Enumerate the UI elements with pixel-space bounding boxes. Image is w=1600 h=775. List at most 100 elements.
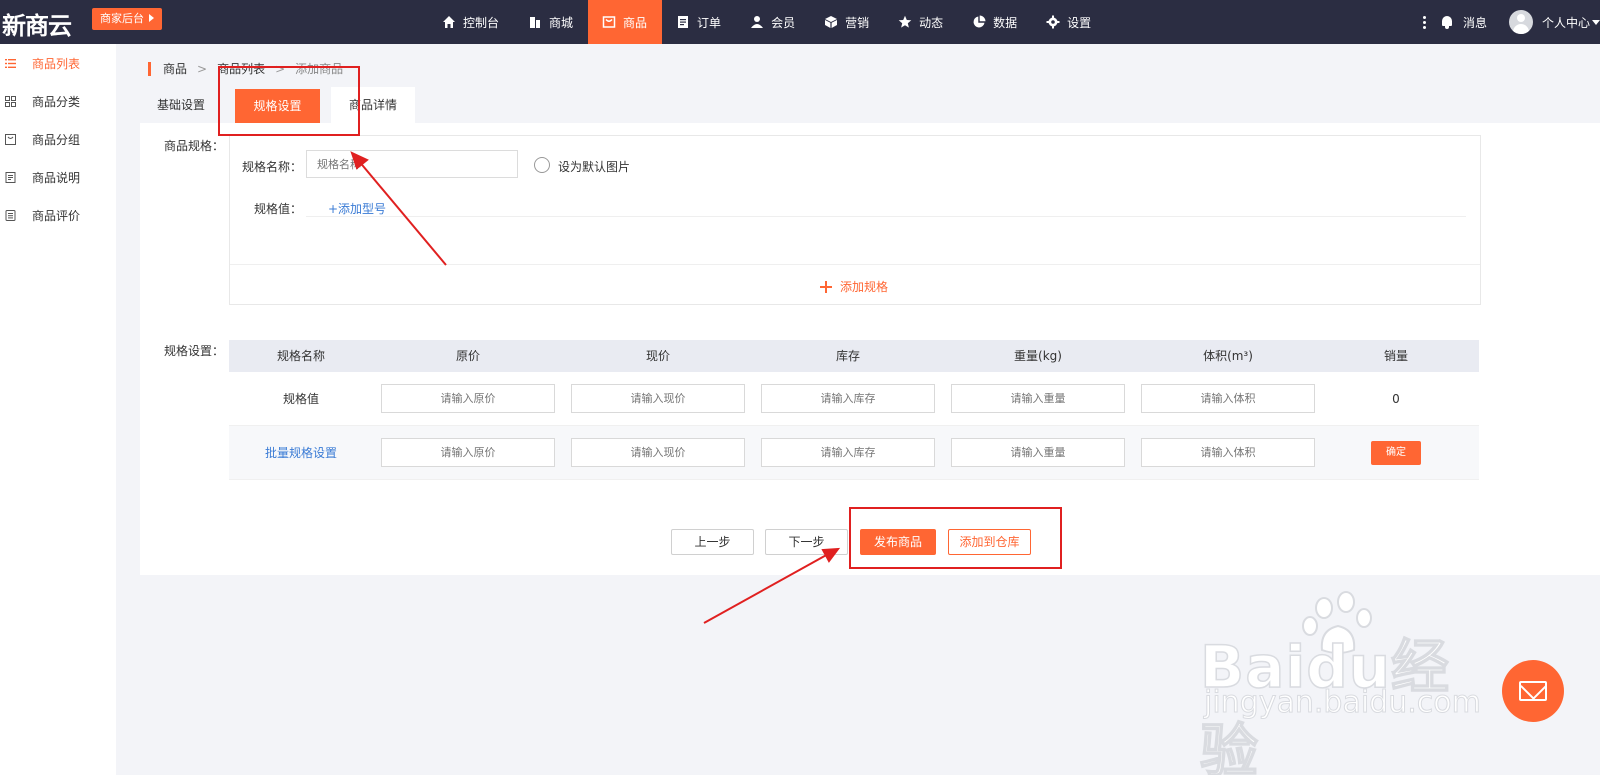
sidebar-item-goods-review[interactable]: 商品评价 <box>0 196 116 234</box>
divider <box>306 216 1466 217</box>
batch-volume-input[interactable] <box>1141 438 1315 467</box>
column-header: 体积(m³) <box>1203 349 1253 363</box>
bag-icon <box>602 16 616 28</box>
batch-stock-input[interactable] <box>761 438 935 467</box>
merchant-backend-label: 商家后台 <box>100 12 144 25</box>
document-icon <box>5 171 16 183</box>
user-center-link[interactable]: 个人中心 <box>1542 14 1590 31</box>
batch-spec-settings-link[interactable]: 批量规格设置 <box>265 444 337 461</box>
messages-link[interactable]: 消息 <box>1463 14 1487 31</box>
review-icon <box>5 209 16 221</box>
nav-marketing[interactable]: 营销 <box>810 0 884 44</box>
mail-icon <box>1519 681 1547 701</box>
more-vertical-icon[interactable] <box>1423 15 1427 29</box>
merchant-backend-button[interactable]: 商家后台 <box>92 8 162 30</box>
add-spec-label: 添加规格 <box>840 280 889 294</box>
baidu-watermark: Baidu经验 jingyan.baidu.com <box>1199 590 1490 775</box>
nav-dashboard[interactable]: 控制台 <box>428 0 514 44</box>
spec-settings-table: 规格名称 原价 现价 库存 重量(kg) 体积(m³) 销量 规格值 0 批量规… <box>229 340 1479 480</box>
nav-data-label: 数据 <box>993 15 1018 30</box>
top-navbar: 新商云 商家后台 控制台 商城 商品 订单 会员 营销 动态 数据 设置 消息 … <box>0 0 1600 44</box>
goods-spec-label: 商品规格： <box>164 139 225 153</box>
spec-settings-label: 规格设置： <box>164 344 225 358</box>
building-icon <box>530 17 541 28</box>
default-image-radio[interactable] <box>534 157 550 173</box>
prev-step-button[interactable]: 上一步 <box>671 529 754 555</box>
clipboard-icon <box>678 16 689 28</box>
nav-goods-label: 商品 <box>623 15 648 30</box>
gear-icon <box>1046 15 1060 29</box>
divider <box>230 264 1480 265</box>
tab-basic-settings[interactable]: 基础设置 <box>140 87 222 123</box>
sidebar-item-label: 商品说明 <box>32 170 81 185</box>
nav-dashboard-label: 控制台 <box>463 15 500 30</box>
sidebar-item-label: 商品列表 <box>32 56 81 71</box>
add-model-link[interactable]: +添加型号 <box>328 200 386 217</box>
nav-goods[interactable]: 商品 <box>588 0 663 44</box>
table-row: 批量规格设置 确定 <box>229 426 1479 480</box>
nav-mall[interactable]: 商城 <box>514 0 588 44</box>
pie-chart-icon <box>973 15 986 28</box>
grid-icon <box>5 95 16 107</box>
watermark-url: jingyan.baidu.com <box>1204 685 1482 721</box>
sidebar: 商品列表 商品分类 商品分组 商品说明 商品评价 <box>0 44 116 775</box>
list-icon <box>5 58 16 68</box>
default-image-label: 设为默认图片 <box>558 160 631 174</box>
nav-settings[interactable]: 设置 <box>1032 0 1106 44</box>
add-spec-button[interactable]: 添加规格 <box>820 278 888 295</box>
next-step-button[interactable]: 下一步 <box>765 529 848 555</box>
play-arrow-icon <box>149 14 154 22</box>
sidebar-item-label: 商品分类 <box>32 94 81 109</box>
chevron-down-icon[interactable] <box>1592 19 1600 25</box>
batch-original-price-input[interactable] <box>381 438 555 467</box>
column-header: 规格名称 <box>276 349 325 363</box>
nav-marketing-label: 营销 <box>845 15 870 30</box>
volume-input[interactable] <box>1141 384 1315 413</box>
table-row: 规格值 0 <box>229 372 1479 426</box>
nav-members-label: 会员 <box>771 15 796 30</box>
sidebar-item-goods-category[interactable]: 商品分类 <box>0 82 116 120</box>
table-header: 规格名称 原价 现价 库存 重量(kg) 体积(m³) 销量 <box>229 340 1479 372</box>
contact-button[interactable] <box>1502 660 1564 722</box>
current-price-input[interactable] <box>571 384 745 413</box>
breadcrumb-goods[interactable]: 商品 <box>163 60 187 77</box>
column-header: 库存 <box>835 349 860 363</box>
stock-input[interactable] <box>761 384 935 413</box>
sales-value: 0 <box>1392 391 1400 406</box>
app-logo[interactable]: 新商云 <box>2 6 72 41</box>
spec-box: 规格名称： 设为默认图片 规格值： +添加型号 添加规格 <box>229 135 1481 305</box>
spec-name-label: 规格名称： <box>242 160 303 174</box>
original-price-input[interactable] <box>381 384 555 413</box>
weight-input[interactable] <box>951 384 1125 413</box>
spec-value-cell: 规格值 <box>282 392 319 406</box>
column-header: 重量(kg) <box>1014 349 1062 363</box>
nav-members[interactable]: 会员 <box>736 0 810 44</box>
sidebar-item-goods-list[interactable]: 商品列表 <box>0 44 116 82</box>
batch-current-price-input[interactable] <box>571 438 745 467</box>
cube-icon <box>825 16 838 28</box>
batch-weight-input[interactable] <box>951 438 1125 467</box>
breadcrumb-separator: > <box>197 61 208 76</box>
confirm-button[interactable]: 确定 <box>1371 440 1421 465</box>
column-header: 原价 <box>455 349 480 363</box>
bell-icon[interactable] <box>1441 15 1453 29</box>
nav-orders-label: 订单 <box>697 15 722 30</box>
main-nav: 控制台 商城 商品 订单 会员 营销 动态 数据 设置 <box>428 0 1106 44</box>
plus-icon <box>820 280 832 293</box>
nav-orders[interactable]: 订单 <box>662 0 736 44</box>
sidebar-item-goods-group[interactable]: 商品分组 <box>0 120 116 158</box>
spec-name-input[interactable] <box>306 150 518 178</box>
annotation-box-buttons <box>849 507 1062 569</box>
sidebar-item-goods-desc[interactable]: 商品说明 <box>0 158 116 196</box>
avatar[interactable] <box>1508 10 1533 34</box>
nav-data[interactable]: 数据 <box>958 0 1032 44</box>
home-icon <box>443 16 455 28</box>
column-header: 现价 <box>645 349 670 363</box>
nav-mall-label: 商城 <box>549 15 574 30</box>
breadcrumb-accent-bar <box>148 61 151 76</box>
annotation-box-tab <box>218 66 360 136</box>
nav-activity[interactable]: 动态 <box>884 0 958 44</box>
column-header: 销量 <box>1383 349 1408 363</box>
spec-value-label: 规格值： <box>254 202 303 216</box>
sidebar-item-label: 商品评价 <box>32 208 81 223</box>
